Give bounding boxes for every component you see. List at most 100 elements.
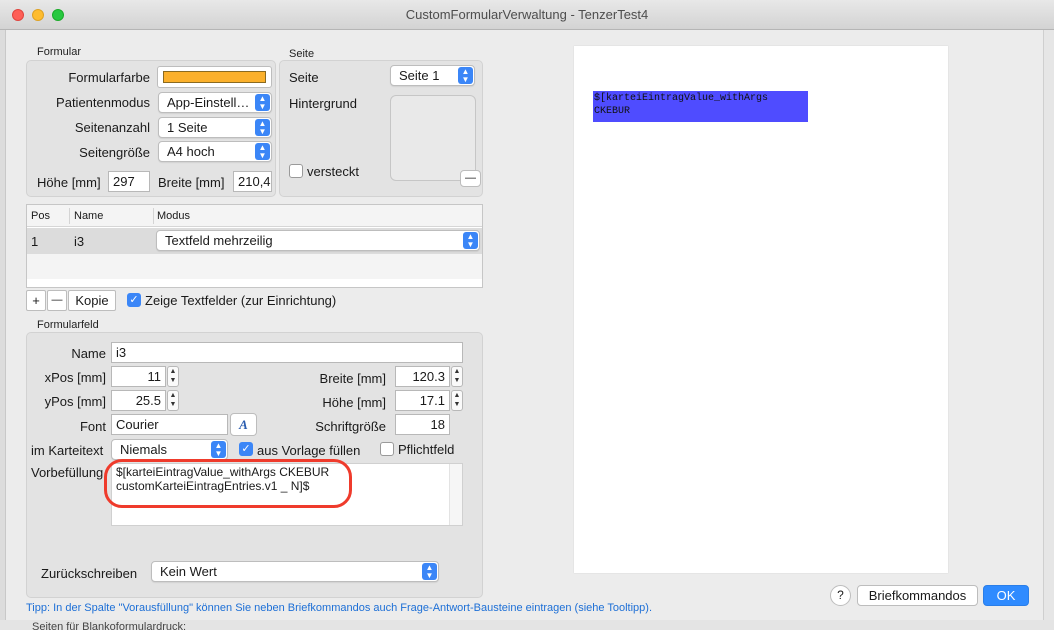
name-label: Name <box>71 346 106 361</box>
breite-feld-label: Breite [mm] <box>319 371 386 386</box>
zurueckschreiben-label: Zurückschreiben <box>41 566 138 581</box>
versteckt-checkbox[interactable] <box>289 164 303 178</box>
patientenmodus-label: Patientenmodus <box>56 95 150 110</box>
name-input[interactable]: i3 <box>111 342 463 363</box>
font-input[interactable]: Courier <box>111 414 228 435</box>
close-window-button[interactable] <box>12 9 24 21</box>
column-divider <box>69 208 70 224</box>
briefkommandos-button[interactable]: Briefkommandos <box>857 585 978 606</box>
preview-text-line-1: $[karteiEintragValue_withArgs <box>594 93 769 104</box>
aus-vorlage-label: aus Vorlage füllen <box>257 443 361 458</box>
chevron-updown-icon: ▲ ▼ <box>211 441 226 458</box>
formularfarbe-label: Formularfarbe <box>68 70 150 85</box>
row-modus-select[interactable]: Textfeld mehrzeilig ▲ ▼ <box>156 230 480 251</box>
background-window-text: Seiten für Blankoformulardruck: <box>32 621 187 630</box>
karteitext-label: im Karteitext <box>31 443 104 458</box>
seite-section-label: Seite <box>289 48 315 60</box>
xpos-label: xPos [mm] <box>44 370 106 385</box>
background-window-edge <box>0 30 6 630</box>
xpos-stepper[interactable]: ▲ ▼ <box>167 366 179 387</box>
chevron-updown-icon: ▲ ▼ <box>463 232 478 249</box>
karteitext-select[interactable]: Niemals ▲ ▼ <box>111 439 228 460</box>
zurueckschreiben-select[interactable]: Kein Wert ▲ ▼ <box>151 561 439 582</box>
formularfarbe-color-well[interactable] <box>157 66 272 88</box>
column-header-modus[interactable]: Modus <box>157 210 190 222</box>
preview-textfield-box[interactable]: $[karteiEintragValue_withArgs CKEBUR <box>593 91 808 122</box>
zurueckschreiben-value: Kein Wert <box>160 564 217 579</box>
row-modus-value: Textfeld mehrzeilig <box>165 233 273 248</box>
help-button[interactable]: ? <box>830 585 851 606</box>
page-preview[interactable]: $[karteiEintragValue_withArgs CKEBUR <box>574 46 948 573</box>
background-window-edge-right <box>1043 30 1054 630</box>
row-name: i3 <box>74 234 85 249</box>
hintergrund-label: Hintergrund <box>289 96 357 111</box>
zeige-textfelder-checkbox[interactable]: ✓ <box>127 293 141 307</box>
seitenanzahl-select[interactable]: 1 Seite ▲ ▼ <box>158 117 272 138</box>
ypos-stepper[interactable]: ▲ ▼ <box>167 390 179 411</box>
seitenanzahl-value: 1 Seite <box>167 120 208 135</box>
xpos-input[interactable]: 11 <box>111 366 166 387</box>
breite-input[interactable]: 210,4 <box>233 171 272 192</box>
title-bar: CustomFormularVerwaltung - TenzerTest4 <box>0 0 1054 30</box>
table-row[interactable]: 1 i3 Textfeld mehrzeilig ▲ ▼ <box>27 228 482 254</box>
chevron-updown-icon: ▲ ▼ <box>458 67 473 84</box>
schriftgroesse-input[interactable]: 18 <box>395 414 450 435</box>
tipp-text: Tipp: In der Spalte "Vorausfüllung" könn… <box>26 602 653 614</box>
kopie-button[interactable]: Kopie <box>68 290 116 311</box>
hoehe-input[interactable]: 297 <box>108 171 150 192</box>
formularfeld-section-label: Formularfeld <box>37 319 99 331</box>
font-picker-button[interactable]: A <box>230 413 257 436</box>
breite-feld-input[interactable]: 120.3 <box>395 366 450 387</box>
row-pos: 1 <box>31 234 39 249</box>
hintergrund-image-well[interactable] <box>390 95 476 181</box>
formular-section-label: Formular <box>37 46 82 58</box>
add-field-button[interactable]: + <box>26 290 46 311</box>
ypos-label: yPos [mm] <box>44 394 106 409</box>
dialog-window: CustomFormularVerwaltung - TenzerTest4 F… <box>0 0 1054 630</box>
vorbefuellung-label: Vorbefüllung <box>31 465 104 480</box>
chevron-updown-icon: ▲ ▼ <box>255 119 270 136</box>
textarea-scrollbar[interactable] <box>449 464 462 525</box>
seitengroesse-select[interactable]: A4 hoch ▲ ▼ <box>158 141 272 162</box>
seite-select[interactable]: Seite 1 ▲ ▼ <box>390 65 475 86</box>
hoehe-feld-stepper[interactable]: ▲ ▼ <box>451 390 463 411</box>
aus-vorlage-checkbox[interactable]: ✓ <box>239 442 253 456</box>
schriftgroesse-label: Schriftgröße <box>315 419 386 434</box>
karteitext-value: Niemals <box>120 442 167 457</box>
pflichtfeld-label: Pflichtfeld <box>398 442 455 457</box>
chevron-updown-icon: ▲ ▼ <box>255 94 270 111</box>
ok-button[interactable]: OK <box>983 585 1029 606</box>
hoehe-feld-input[interactable]: 17.1 <box>395 390 450 411</box>
breite-feld-stepper[interactable]: ▲ ▼ <box>451 366 463 387</box>
font-label: Font <box>79 419 106 434</box>
remove-background-button[interactable]: — <box>460 170 481 187</box>
hoehe-feld-label: Höhe [mm] <box>322 395 386 410</box>
zoom-window-button[interactable] <box>52 9 64 21</box>
patientenmodus-select[interactable]: App-Einstell… ▲ ▼ <box>158 92 272 113</box>
preview-text-line-2: CKEBUR <box>594 106 631 117</box>
table-row-empty <box>27 254 482 279</box>
highlight-annotation-circle <box>104 459 352 508</box>
fields-table: Pos Name Modus 1 i3 Textfeld mehrzeilig … <box>26 204 483 288</box>
pflichtfeld-checkbox[interactable] <box>380 442 394 456</box>
chevron-updown-icon: ▲ ▼ <box>255 143 270 160</box>
column-divider <box>153 208 154 224</box>
column-header-name[interactable]: Name <box>74 210 103 222</box>
breite-label: Breite [mm] <box>158 175 225 190</box>
ypos-input[interactable]: 25.5 <box>111 390 166 411</box>
window-title: CustomFormularVerwaltung - TenzerTest4 <box>405 7 649 22</box>
chevron-updown-icon: ▲ ▼ <box>422 563 437 580</box>
seitengroesse-value: A4 hoch <box>167 144 215 159</box>
seitengroesse-label: Seitengröße <box>79 145 150 160</box>
remove-field-button[interactable]: — <box>47 290 67 311</box>
formularfarbe-swatch <box>163 71 266 83</box>
patientenmodus-value: App-Einstell… <box>167 95 250 110</box>
background-window-strip: Seiten für Blankoformulardruck: <box>0 620 1054 630</box>
zeige-textfelder-label: Zeige Textfelder (zur Einrichtung) <box>145 293 337 308</box>
versteckt-label: versteckt <box>307 164 360 179</box>
minimize-window-button[interactable] <box>32 9 44 21</box>
seite-label: Seite <box>289 70 319 85</box>
column-header-pos[interactable]: Pos <box>31 210 50 222</box>
hoehe-label: Höhe [mm] <box>37 175 101 190</box>
seitenanzahl-label: Seitenanzahl <box>74 120 150 135</box>
